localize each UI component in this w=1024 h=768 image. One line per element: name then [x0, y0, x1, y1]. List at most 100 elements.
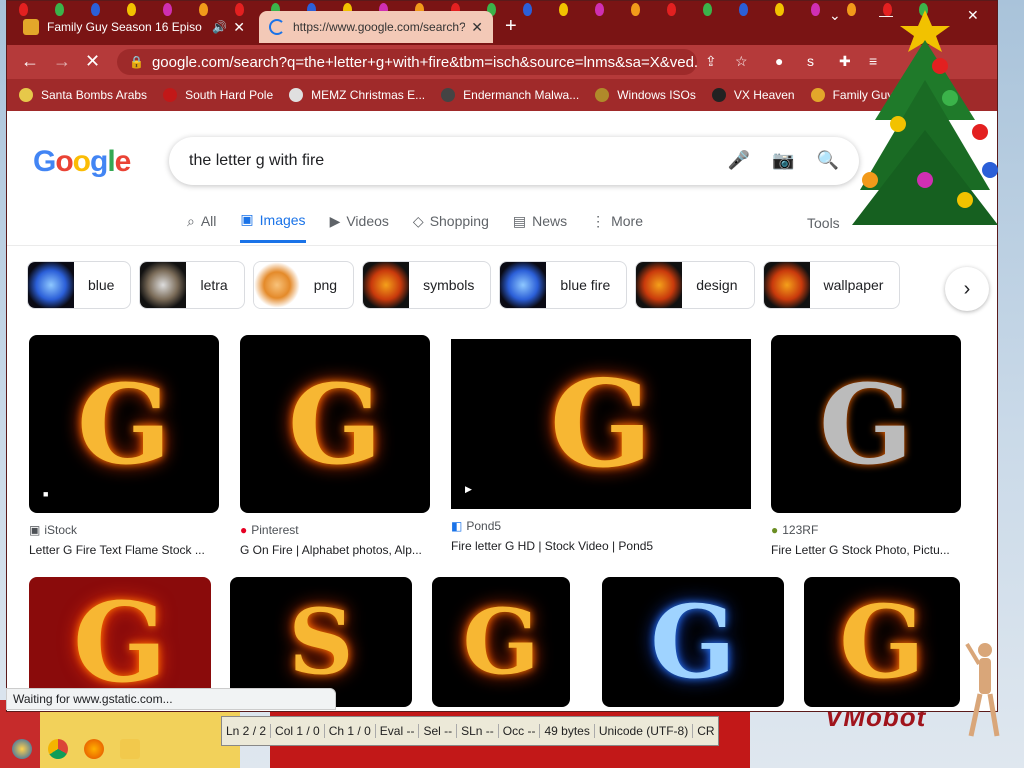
- firefox-icon[interactable]: [84, 739, 104, 759]
- tab-shopping[interactable]: ◇ Shopping: [413, 211, 489, 243]
- status-line: Ln 2 / 2: [222, 724, 272, 738]
- folder-icon[interactable]: [120, 739, 140, 759]
- tab-label: More: [611, 213, 644, 229]
- fire-letter-image: G: [650, 583, 736, 701]
- result-caption[interactable]: Fire letter G HD | Stock Video | Pond5: [451, 539, 751, 553]
- bookmark-item[interactable]: Endermanch Malwa...: [441, 88, 579, 102]
- result-caption[interactable]: G On Fire | Alphabet photos, Alp...: [240, 543, 430, 557]
- stop-icon[interactable]: ✕: [85, 51, 100, 72]
- back-icon[interactable]: ←: [21, 51, 39, 72]
- tab-images[interactable]: ▣ Images: [240, 211, 306, 243]
- camera-icon[interactable]: 📷: [772, 150, 794, 171]
- tab-more[interactable]: ⋮ More: [591, 211, 643, 243]
- status-eol: CR: [697, 724, 715, 738]
- extension-s-icon[interactable]: s: [807, 53, 814, 69]
- bookmark-star-icon[interactable]: ☆: [735, 53, 748, 70]
- bookmark-item[interactable]: Windows ISOs: [595, 88, 696, 102]
- result-thumbnail[interactable]: G ▶: [451, 339, 751, 509]
- chip-wallpaper[interactable]: wallpaper: [762, 261, 901, 309]
- bookmark-item[interactable]: VX Heaven: [711, 88, 795, 102]
- chip-blue-fire[interactable]: blue fire: [499, 261, 628, 309]
- tab-videos[interactable]: ▶ Videos: [330, 211, 389, 243]
- chip-blue[interactable]: blue: [27, 261, 132, 309]
- tab-news[interactable]: ▤ News: [513, 211, 567, 243]
- puzzle-icon[interactable]: ✚: [839, 53, 851, 70]
- more-vert-icon: ⋮: [591, 212, 606, 229]
- tab-title: https://www.google.com/search?: [293, 20, 466, 34]
- image-badge-icon: ■: [43, 489, 49, 499]
- close-tab-icon[interactable]: ✕: [471, 19, 483, 36]
- new-tab-icon[interactable]: +: [505, 15, 517, 38]
- image-result[interactable]: G: [804, 577, 960, 707]
- result-thumbnail[interactable]: G: [240, 335, 430, 513]
- tab-family-guy[interactable]: Family Guy Season 16 Episo 🔊 ✕: [13, 11, 255, 43]
- google-logo[interactable]: Google: [33, 145, 131, 179]
- result-thumbnail[interactable]: G: [771, 335, 961, 513]
- share-icon[interactable]: ⇪: [705, 53, 717, 70]
- tab-label: Shopping: [429, 213, 489, 229]
- chip-thumbnail: [500, 262, 547, 308]
- status-sln: SLn --: [457, 724, 499, 738]
- chip-symbols[interactable]: symbols: [362, 261, 492, 309]
- divider: [7, 245, 997, 246]
- image-result[interactable]: G ● 123RF Fire Letter G Stock Photo, Pict…: [771, 335, 961, 557]
- extension-icon[interactable]: ●: [775, 53, 783, 69]
- lock-icon: 🔒: [129, 55, 144, 69]
- christmas-tree-icon: [852, 10, 998, 225]
- search-icon: ⌕: [187, 212, 195, 229]
- result-source[interactable]: ● 123RF: [771, 523, 961, 537]
- start-button-icon[interactable]: [12, 739, 32, 759]
- result-thumbnail[interactable]: G ■: [29, 335, 219, 513]
- microphone-icon[interactable]: 🎤: [728, 150, 750, 171]
- search-tabs: ⌕ All ▣ Images ▶ Videos ◇ Shopping ▤ News ⋮ Mo…: [187, 211, 643, 243]
- bookmark-item[interactable]: Santa Bombs Arabs: [19, 88, 147, 102]
- result-thumbnail[interactable]: G: [804, 577, 960, 707]
- image-result[interactable]: G ▶ ◧ Pond5 Fire letter G HD | Stock Video…: [451, 339, 751, 553]
- image-result[interactable]: G: [602, 577, 784, 707]
- chip-label: blue fire: [560, 277, 611, 293]
- bookmark-label: MEMZ Christmas E...: [311, 88, 426, 102]
- tab-all[interactable]: ⌕ All: [187, 211, 216, 243]
- result-source[interactable]: ▣ iStock: [29, 523, 219, 537]
- fire-letter-image: G: [288, 359, 382, 489]
- tools-button[interactable]: Tools: [807, 215, 840, 231]
- bookmark-icon: [711, 88, 726, 102]
- search-icon[interactable]: 🔍: [817, 150, 839, 171]
- bookmark-item[interactable]: South Hard Pole: [163, 88, 273, 102]
- speaker-icon[interactable]: 🔊: [212, 20, 227, 34]
- istock-icon: ▣: [29, 523, 41, 537]
- result-thumbnail[interactable]: G: [602, 577, 784, 707]
- tab-search-icon[interactable]: ⌄: [829, 7, 841, 24]
- chip-png[interactable]: png: [252, 261, 355, 309]
- chip-letra[interactable]: letra: [139, 261, 245, 309]
- chip-label: letra: [200, 277, 228, 293]
- status-encoding: Unicode (UTF-8): [595, 724, 694, 738]
- result-source[interactable]: ● Pinterest: [240, 523, 430, 537]
- result-caption[interactable]: Letter G Fire Text Flame Stock ...: [29, 543, 219, 557]
- chevron-right-icon[interactable]: ›: [945, 267, 989, 311]
- bookmark-icon: [289, 88, 304, 102]
- related-chips: blue letra png symbols blue fire design …: [27, 261, 901, 309]
- search-box[interactable]: the letter g with fire 🎤 📷 🔍: [169, 137, 859, 185]
- tab-favicon-icon: [23, 19, 39, 35]
- source-label: 123RF: [782, 523, 819, 537]
- close-tab-icon[interactable]: ✕: [233, 19, 245, 36]
- image-result[interactable]: G: [432, 577, 570, 707]
- image-result[interactable]: G ● Pinterest G On Fire | Alphabet photos…: [240, 335, 430, 557]
- light-bulb-icon: [775, 3, 784, 16]
- source-label: Pinterest: [251, 523, 299, 537]
- chip-design[interactable]: design: [635, 261, 755, 309]
- chrome-icon[interactable]: [48, 739, 68, 759]
- light-bulb-icon: [631, 3, 640, 16]
- result-caption[interactable]: Fire Letter G Stock Photo, Pictu...: [771, 543, 961, 557]
- address-bar[interactable]: 🔒 google.com/search?q=the+letter+g+with+…: [117, 49, 697, 75]
- status-size: 49 bytes: [540, 724, 595, 738]
- bookmark-item[interactable]: MEMZ Christmas E...: [289, 88, 425, 102]
- tab-google-search[interactable]: https://www.google.com/search? ✕: [259, 11, 493, 43]
- result-thumbnail[interactable]: G: [432, 577, 570, 707]
- image-result[interactable]: G ■ ▣ iStock Letter G Fire Text Flame Stoc…: [29, 335, 219, 557]
- source-label: Pond5: [466, 519, 502, 533]
- result-source[interactable]: ◧ Pond5: [451, 519, 751, 533]
- tab-label: News: [532, 213, 568, 229]
- forward-icon[interactable]: →: [53, 51, 71, 72]
